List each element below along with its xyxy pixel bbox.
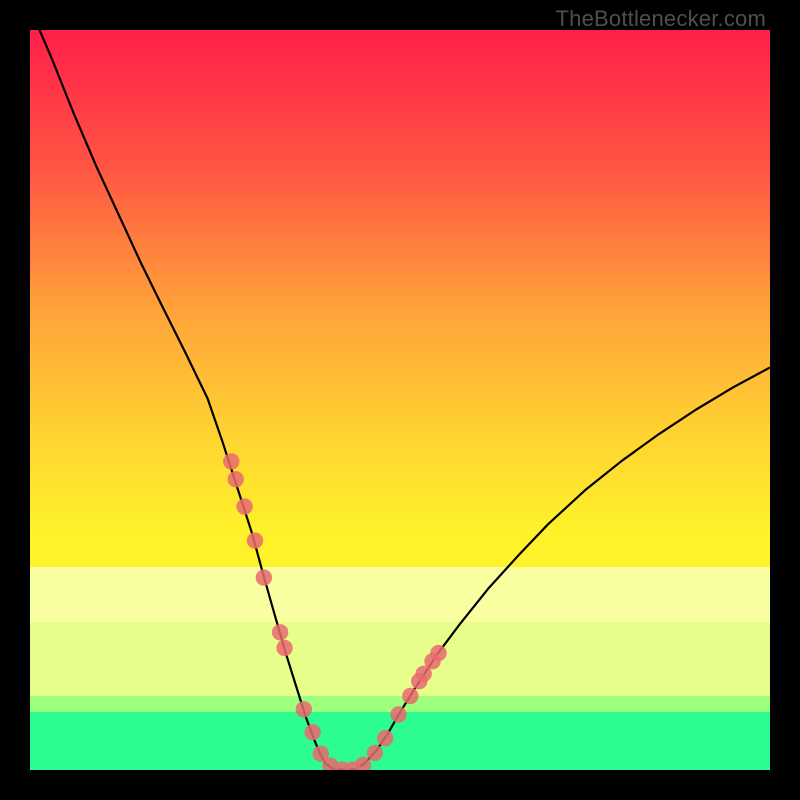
data-point <box>236 498 252 514</box>
data-point <box>228 471 244 487</box>
data-point <box>272 624 288 640</box>
data-point <box>304 724 320 740</box>
data-point <box>390 706 406 722</box>
data-point <box>247 532 263 548</box>
plot-area <box>30 30 770 770</box>
data-point <box>377 730 393 746</box>
data-point <box>256 569 272 585</box>
data-point <box>402 688 418 704</box>
chart-frame: TheBottlenecker.com <box>0 0 800 800</box>
data-point <box>430 645 446 661</box>
data-point <box>296 701 312 717</box>
bottleneck-curve <box>30 30 770 770</box>
data-point <box>276 640 292 656</box>
curve-svg <box>30 30 770 770</box>
data-point <box>367 745 383 761</box>
data-point <box>223 453 239 469</box>
data-point-markers <box>223 453 447 770</box>
watermark-text: TheBottlenecker.com <box>556 6 766 32</box>
